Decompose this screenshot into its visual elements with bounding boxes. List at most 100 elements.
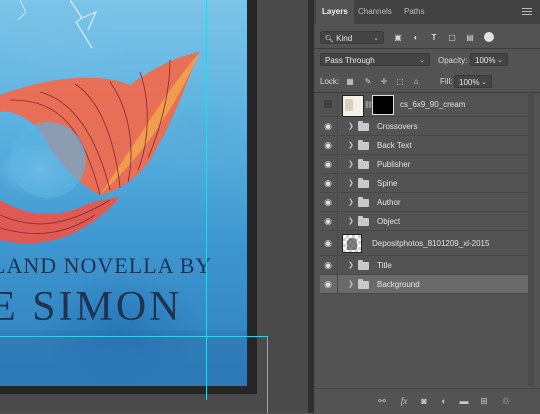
chevron-right-icon[interactable]: ❯: [348, 256, 354, 275]
divider: [314, 48, 540, 49]
chevron-right-icon[interactable]: ❯: [348, 193, 354, 212]
hidden-eye-box-icon[interactable]: [324, 100, 332, 108]
eye-icon[interactable]: ◉: [322, 117, 334, 136]
eye-icon[interactable]: ◉: [322, 231, 334, 256]
folder-icon: [358, 159, 369, 169]
divider: [337, 275, 338, 294]
folder-icon: [358, 178, 369, 188]
divider: [337, 155, 338, 174]
lock-transparent-icon[interactable]: ▦: [344, 75, 356, 88]
layers-scrollbar[interactable]: [528, 94, 534, 386]
eye-icon[interactable]: ◉: [322, 193, 334, 212]
canvas-shadow-bottom: [0, 386, 257, 394]
fill-field[interactable]: 100% ⌄: [454, 75, 492, 88]
visibility-toggle[interactable]: [322, 93, 334, 117]
smart-object-filter-icon[interactable]: ▤: [464, 31, 476, 44]
layer-row[interactable]: ◉ ❯ Object: [320, 212, 530, 231]
layer-name: Back Text: [377, 141, 412, 150]
eye-icon[interactable]: ◉: [322, 155, 334, 174]
cover-author-text: E SIMON: [0, 284, 183, 330]
layer-row[interactable]: ◉ ❯ Spine: [320, 174, 530, 193]
new-group-icon[interactable]: ▬: [458, 395, 470, 407]
layer-name: Publisher: [377, 160, 411, 169]
eye-icon[interactable]: ◉: [322, 136, 334, 155]
layer-thumbnail[interactable]: [342, 95, 364, 117]
layer-name: Title: [377, 261, 392, 270]
eye-icon[interactable]: ◉: [322, 256, 334, 275]
eye-icon[interactable]: ◉: [322, 212, 334, 231]
horizontal-guide[interactable]: [0, 336, 268, 337]
layer-row[interactable]: ◉ Depositphotos_8101209_xl-2015: [320, 231, 530, 256]
adjustment-filter-icon[interactable]: ◐: [410, 31, 422, 44]
tab-layers[interactable]: Layers: [316, 0, 354, 24]
blend-row: Pass Through ⌄ Opacity: 100% ⌄: [314, 52, 540, 68]
fill-label: Fill:: [440, 77, 453, 86]
chevron-right-icon[interactable]: ❯: [348, 117, 354, 136]
filter-kind-dropdown[interactable]: 🔍︎ Kind ⌄: [320, 31, 384, 44]
pixel-filter-icon[interactable]: ▣: [392, 31, 404, 44]
chevron-down-icon: ⌄: [419, 57, 425, 64]
layer-name: Background: [377, 280, 420, 289]
layers-list: ⛓ cs_6x9_90_cream ◉ ❯ Crossovers ◉ ❯ Bac…: [320, 93, 536, 387]
layer-name: Depositphotos_8101209_xl-2015: [372, 239, 490, 248]
layer-row-selected[interactable]: ◉ ❯ Background: [320, 275, 530, 294]
panel-tab-bar: Layers Channels Paths: [314, 0, 540, 24]
lock-all-icon[interactable]: ⌂: [410, 75, 422, 88]
adjustment-layer-icon[interactable]: ◐: [438, 395, 450, 407]
book-cover-artwork[interactable]: LAND NOVELLA BY E SIMON: [0, 0, 247, 386]
shape-filter-icon[interactable]: ▢: [446, 31, 458, 44]
layer-name: cs_6x9_90_cream: [400, 100, 466, 109]
blend-mode-dropdown[interactable]: Pass Through ⌄: [320, 53, 430, 66]
layer-thumbnail[interactable]: [342, 234, 362, 253]
document-canvas[interactable]: LAND NOVELLA BY E SIMON: [0, 0, 314, 413]
layer-row[interactable]: ◉ ❯ Publisher: [320, 155, 530, 174]
type-filter-icon[interactable]: T: [428, 31, 440, 44]
chevron-right-icon[interactable]: ❯: [348, 174, 354, 193]
link-layers-icon[interactable]: ⚯: [376, 395, 388, 407]
divider: [337, 174, 338, 193]
lock-position-icon[interactable]: ✛: [378, 75, 390, 88]
layer-row[interactable]: ◉ ❯ Title: [320, 256, 530, 275]
lock-artboard-icon[interactable]: ⬚: [394, 75, 406, 88]
new-layer-icon[interactable]: ⊞: [478, 395, 490, 407]
tab-channels[interactable]: Channels: [352, 0, 398, 24]
opacity-label: Opacity:: [438, 56, 468, 65]
layer-name: Crossovers: [377, 122, 418, 131]
eye-icon[interactable]: ◉: [322, 275, 334, 294]
lock-row: Lock: ▦ ✎ ✛ ⬚ ⌂ Fill: 100% ⌄: [314, 74, 540, 90]
eye-icon[interactable]: ◉: [322, 174, 334, 193]
lock-image-icon[interactable]: ✎: [362, 75, 374, 88]
chevron-right-icon[interactable]: ❯: [348, 275, 354, 294]
opacity-field[interactable]: 100% ⌄: [470, 53, 508, 66]
layer-name: Author: [377, 198, 401, 207]
divider: [337, 256, 338, 275]
vertical-guide-right[interactable]: [267, 336, 268, 413]
chevron-down-icon: ⌄: [373, 35, 379, 42]
tab-paths[interactable]: Paths: [398, 0, 430, 24]
cover-subtitle-text: LAND NOVELLA BY: [0, 253, 213, 278]
layer-style-fx-icon[interactable]: fx: [398, 395, 410, 407]
chevron-down-icon: ⌄: [497, 57, 503, 64]
trash-icon[interactable]: ♲: [500, 395, 512, 407]
chevron-right-icon[interactable]: ❯: [348, 212, 354, 231]
chevron-down-icon: ⌄: [481, 79, 487, 86]
layer-row[interactable]: ◉ ❯ Back Text: [320, 136, 530, 155]
layer-row[interactable]: ◉ ❯ Crossovers: [320, 117, 530, 136]
layers-panel: Layers Channels Paths 🔍︎ Kind ⌄ ▣ ◐ T ▢ …: [314, 0, 540, 414]
layers-bottom-toolbar: ⚯ fx ◙ ◐ ▬ ⊞ ♲: [314, 388, 540, 414]
layer-row[interactable]: ⛓ cs_6x9_90_cream: [320, 93, 530, 117]
layer-row[interactable]: ◉ ❯ Author: [320, 193, 530, 212]
layer-name: Spine: [377, 179, 398, 188]
divider: [337, 193, 338, 212]
chevron-right-icon[interactable]: ❯: [348, 155, 354, 174]
divider: [337, 136, 338, 155]
layer-mask-thumbnail[interactable]: [372, 95, 394, 115]
add-mask-icon[interactable]: ◙: [418, 395, 430, 407]
vertical-guide[interactable]: [206, 0, 207, 400]
panel-menu-icon[interactable]: [522, 6, 532, 16]
filter-toggle-icon[interactable]: [484, 32, 494, 42]
canvas-shadow: [247, 0, 257, 394]
folder-icon: [358, 140, 369, 150]
chevron-right-icon[interactable]: ❯: [348, 136, 354, 155]
layer-name: Object: [377, 217, 401, 226]
